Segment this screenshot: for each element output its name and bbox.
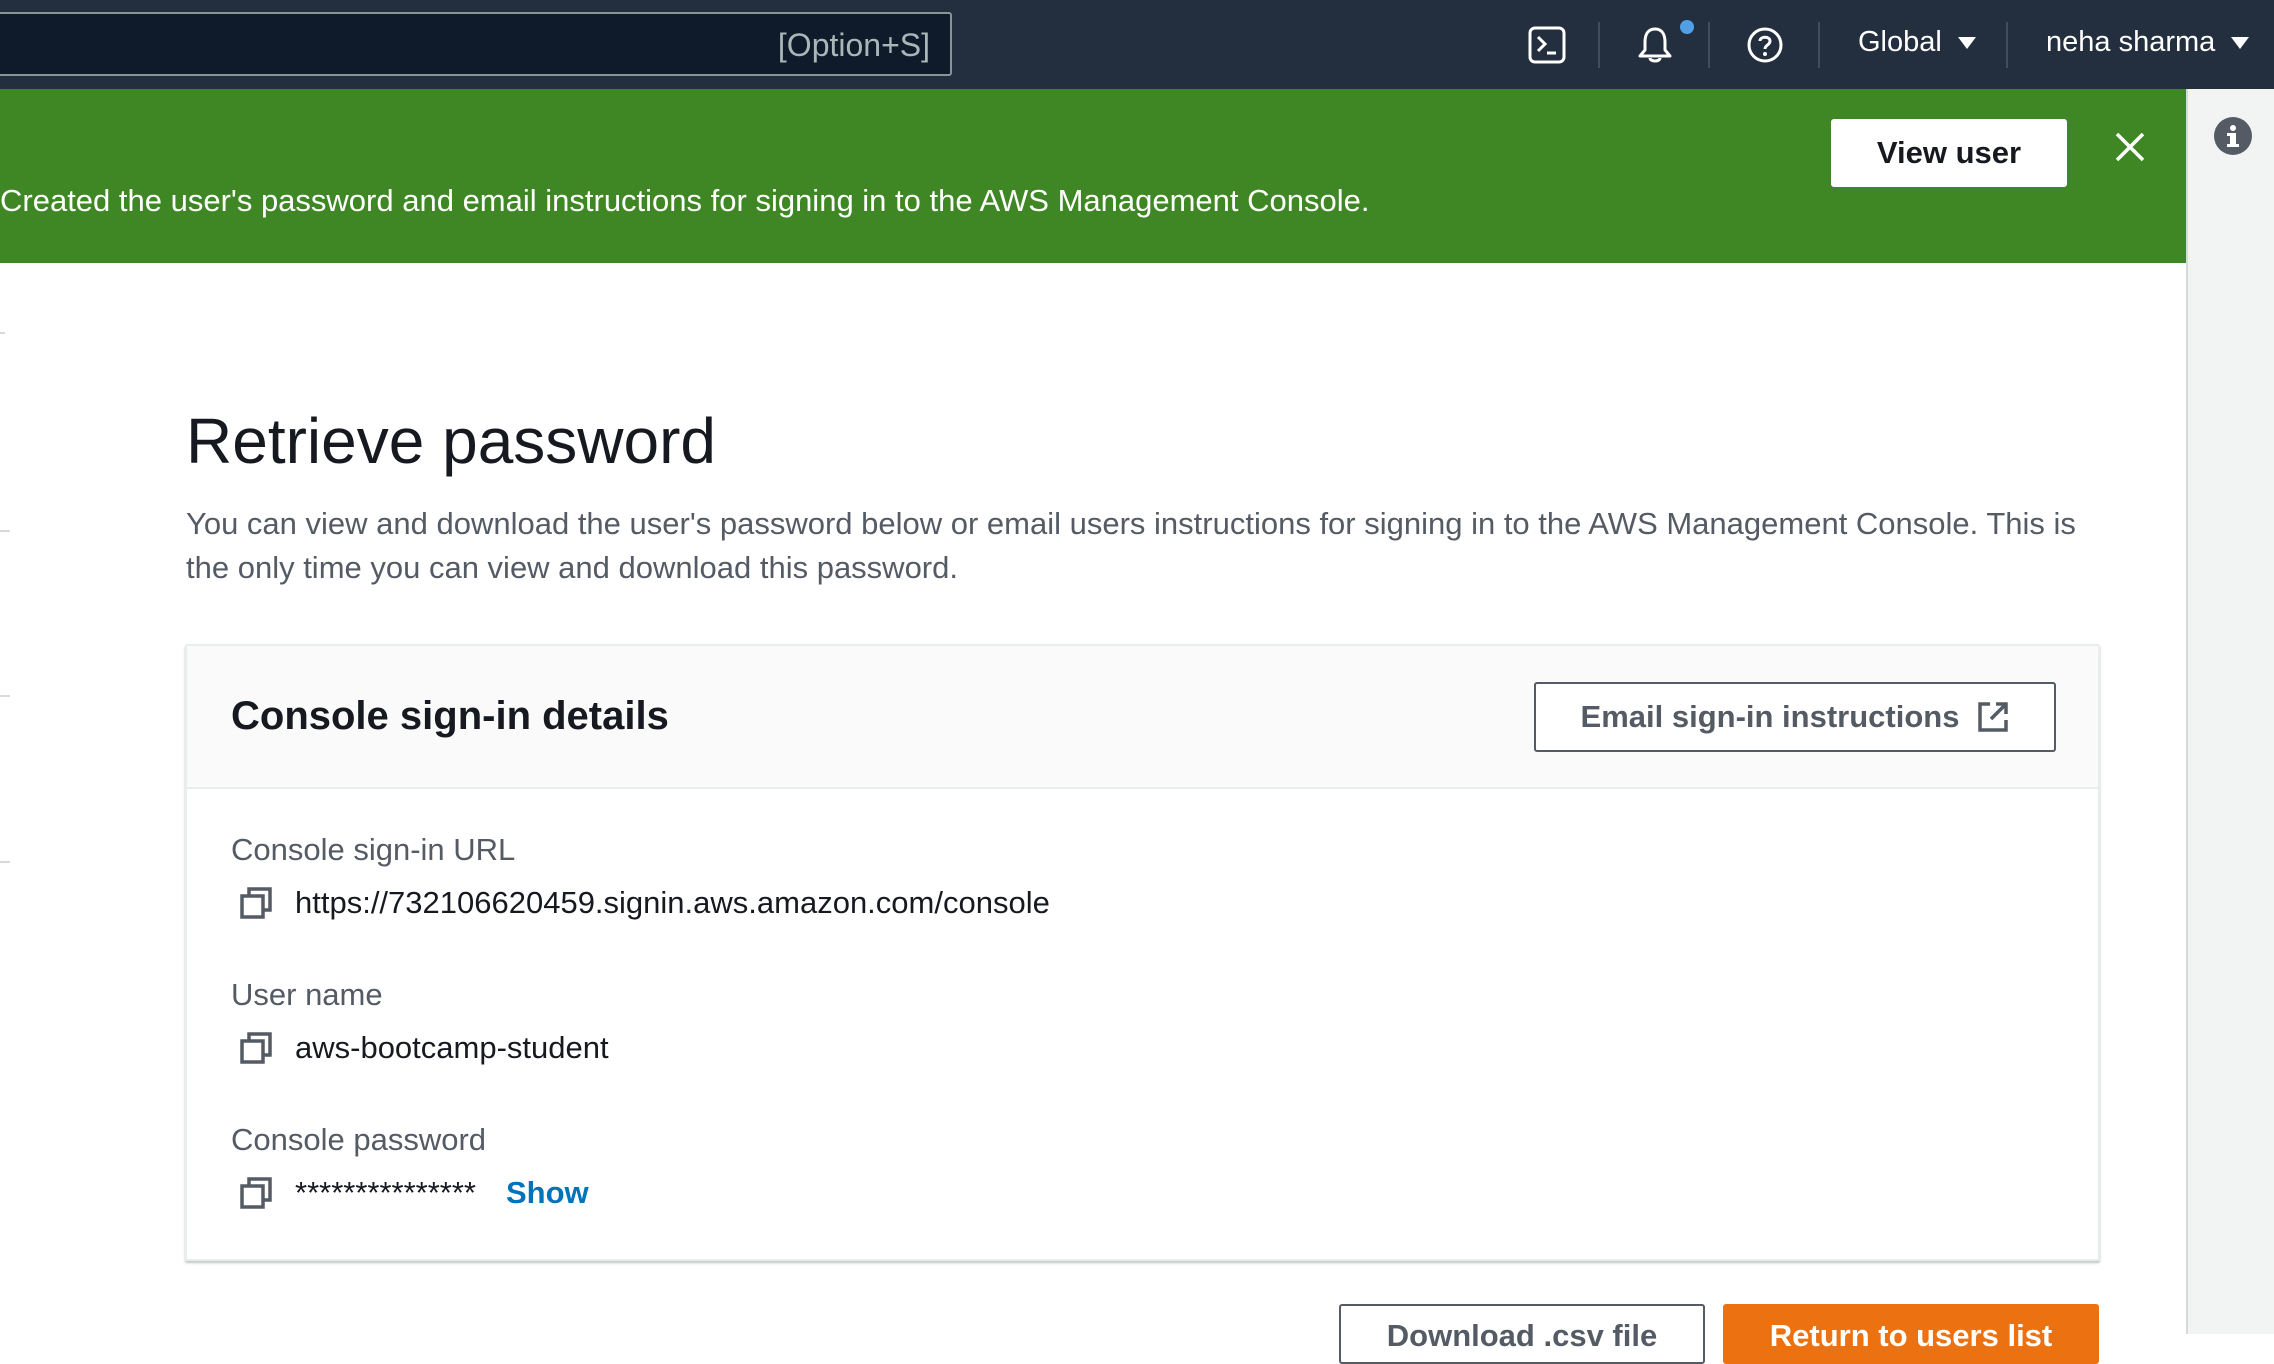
flash-message: Created the user's password and email in… [0,183,1370,218]
caret-down-icon [2231,36,2250,49]
help-icon[interactable] [1740,20,1790,70]
copy-icon[interactable] [239,1031,273,1065]
account-menu[interactable]: neha sharma [2046,26,2250,59]
email-button-label: Email sign-in instructions [1580,699,1960,734]
page-description: You can view and download the user's pas… [186,506,2076,585]
success-flashbar: Created the user's password and email in… [0,89,2186,263]
email-sign-in-instructions-button[interactable]: Email sign-in instructions [1534,682,2056,752]
console-sign-in-details-card: Console sign-in details Email sign-in in… [185,644,2100,1261]
region-label: Global [1858,26,1942,58]
nav-divider [1818,22,1820,68]
view-user-button[interactable]: View user [1831,119,2067,187]
card-title: Console sign-in details [231,694,669,738]
search-shortcut-hint: [Option+S] [777,27,930,63]
sign-in-url-value: https://732106620459.signin.aws.amazon.c… [295,885,1050,920]
search-input[interactable]: [Option+S] [0,12,952,76]
field-label-sign-in-url: Console sign-in URL [231,832,516,867]
download-csv-button[interactable]: Download .csv file [1339,1304,1705,1364]
show-password-link[interactable]: Show [506,1175,589,1211]
notification-dot [1680,20,1694,34]
external-link-icon [1978,702,2009,732]
top-navigation-bar: [Option+S] Global neha sharma [0,0,2274,89]
card-header: Console sign-in details Email sign-in in… [187,646,2098,789]
nav-divider [1598,22,1600,68]
caret-down-icon [1957,36,1976,49]
account-name: neha sharma [2046,26,2216,58]
sidebar-divider [0,695,10,697]
bell-icon[interactable] [1630,20,1680,70]
copy-icon[interactable] [239,1176,273,1210]
user-name-value: aws-bootcamp-student [295,1030,609,1065]
close-icon[interactable] [2106,123,2154,171]
nav-divider [2006,22,2008,68]
field-label-user-name: User name [231,977,383,1012]
return-to-users-list-button[interactable]: Return to users list [1723,1304,2099,1364]
sidebar-divider [0,332,5,334]
tools-panel-rail [2186,89,2274,1334]
sidebar-divider [0,530,10,532]
info-icon[interactable] [2214,117,2252,155]
console-password-value: *************** [295,1175,476,1210]
nav-divider [1708,22,1710,68]
cloudshell-icon[interactable] [1522,20,1572,70]
field-label-console-password: Console password [231,1122,487,1157]
page-title: Retrieve password [186,405,716,477]
region-selector[interactable]: Global [1858,26,1976,59]
sidebar-divider [0,861,10,863]
copy-icon[interactable] [239,886,273,920]
